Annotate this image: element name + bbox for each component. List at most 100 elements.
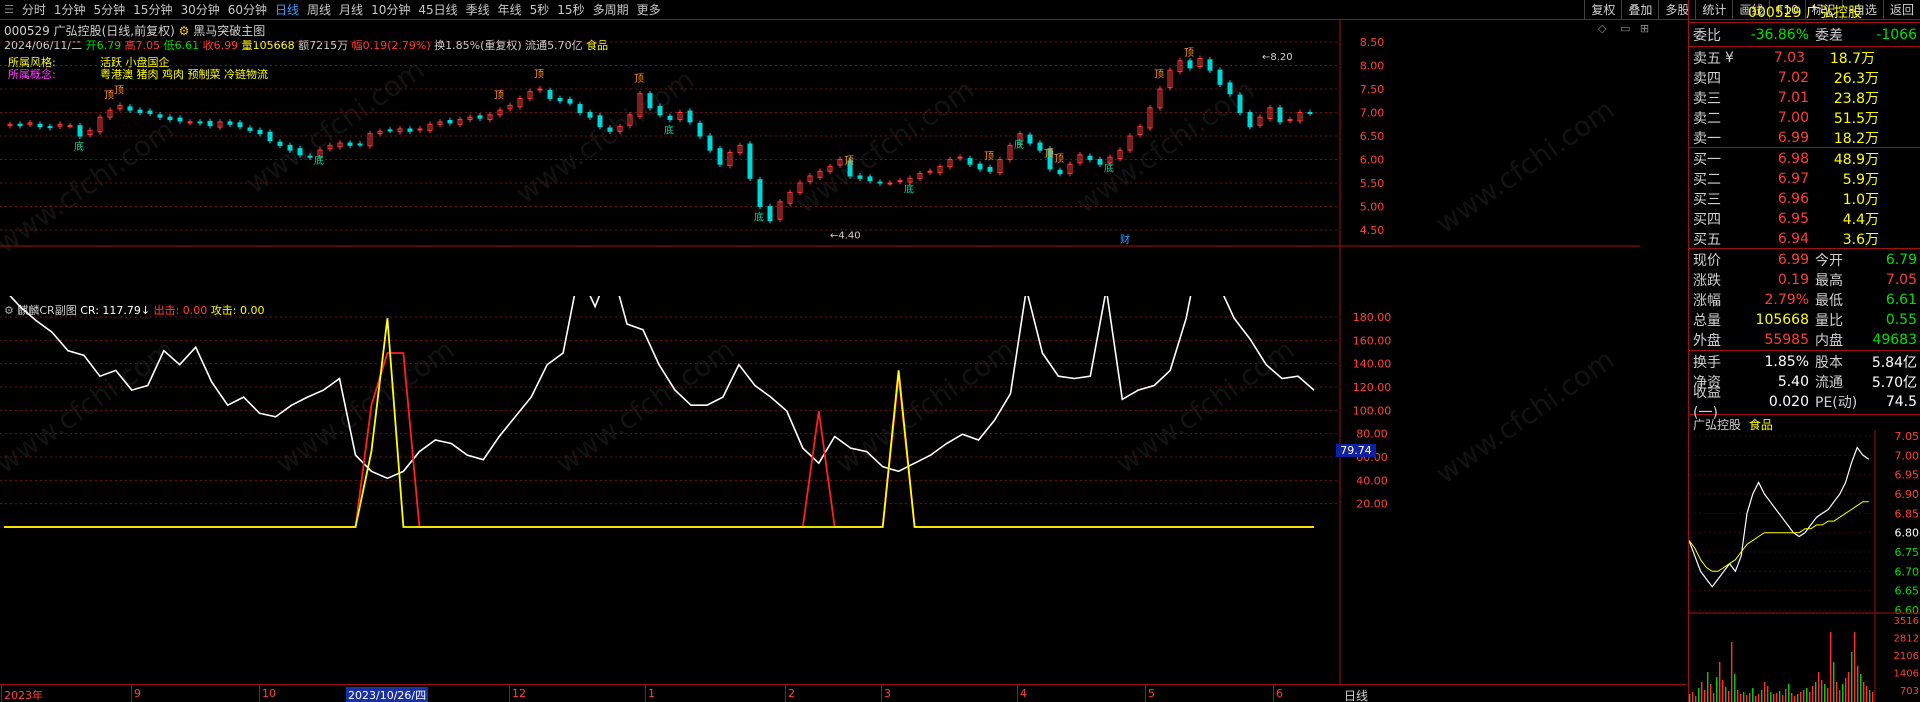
period-tab[interactable]: 季线 xyxy=(462,1,494,18)
candle-body xyxy=(277,141,283,146)
mini-price-tick: 6.95 xyxy=(1895,469,1920,482)
top-marker: 顶 xyxy=(984,151,994,163)
period-tab[interactable]: 日线 xyxy=(271,1,303,18)
mini-price-line xyxy=(1689,446,1870,588)
bid-row-volume: 48.9万 xyxy=(1833,152,1879,168)
candle-body xyxy=(1097,159,1103,165)
candle-body xyxy=(657,105,663,116)
bid-row-price: 6.95 xyxy=(1777,211,1809,227)
period-tab[interactable]: 60分钟 xyxy=(224,1,271,18)
candle-body xyxy=(417,128,423,131)
mini-volume-bar xyxy=(1815,682,1817,702)
stat-label: 涨幅 xyxy=(1693,293,1721,309)
candle-body xyxy=(567,98,573,104)
candle-body xyxy=(227,121,233,125)
mini-vol-tick: 1406 xyxy=(1894,669,1919,680)
ask-row: 卖二 7.00 51.5万 xyxy=(1689,108,1920,128)
stat-row: 现价 6.99 今开 6.79 xyxy=(1689,250,1920,270)
candle-body xyxy=(1227,82,1233,95)
candle-body xyxy=(667,115,673,121)
quote-panel: 000529 广弘控股 委比 -36.86% 委差 -1066 广弘控股 食品 … xyxy=(1688,0,1920,702)
period-tab[interactable]: 月线 xyxy=(335,1,367,18)
period-tab[interactable]: 年线 xyxy=(494,1,526,18)
bid-row-label: 买五 xyxy=(1693,232,1721,248)
weibi-value: -36.86% xyxy=(1750,27,1809,43)
mini-volume-bar xyxy=(1743,692,1745,702)
mini-volume-bar xyxy=(1791,693,1793,702)
toolbar-button[interactable]: 复权 xyxy=(1584,0,1621,20)
candle-body xyxy=(177,117,183,122)
top-marker: 顶 xyxy=(1054,153,1064,165)
period-tab[interactable]: 5秒 xyxy=(526,1,554,18)
period-tab[interactable]: 15秒 xyxy=(553,1,588,18)
bid-row-label: 买二 xyxy=(1693,172,1721,188)
mini-volume-bar xyxy=(1788,684,1790,702)
stat2-value: 74.5 xyxy=(1885,394,1917,410)
period-tab[interactable]: 45日线 xyxy=(414,1,461,18)
stat-value: 0.19 xyxy=(1777,272,1809,288)
stat-row: 涨幅 2.79% 最低 6.61 xyxy=(1689,290,1920,310)
stat-value: 2.79% xyxy=(1764,292,1809,308)
period-tab[interactable]: 15分钟 xyxy=(129,1,176,18)
mini-volume-bar xyxy=(1773,694,1775,702)
date-tick-divider xyxy=(645,685,646,702)
candlestick-chart[interactable]: 8.508.007.507.006.506.005.505.004.50顶 顶底底… xyxy=(0,20,1640,300)
period-indicator[interactable]: 日线 xyxy=(1344,687,1368,702)
bottom-marker: 底 xyxy=(74,140,84,153)
period-tab[interactable]: 更多 xyxy=(633,1,665,18)
candle-body xyxy=(1237,94,1243,113)
mini-volume-bar xyxy=(1782,695,1784,702)
mini-volume-bar xyxy=(1755,696,1757,702)
mini-avg-line xyxy=(1689,501,1869,572)
cr-tick: 180.00 xyxy=(1353,311,1392,324)
period-tab[interactable]: 周线 xyxy=(303,1,335,18)
candle-body xyxy=(237,122,243,128)
period-tab[interactable]: 分时 xyxy=(18,1,50,18)
stat2-label: 股本 xyxy=(1815,355,1843,371)
mini-volume-bar xyxy=(1764,682,1766,702)
price-tick: 5.50 xyxy=(1360,177,1385,190)
period-tab[interactable]: 5分钟 xyxy=(90,1,130,18)
finance-marker: 财 xyxy=(1120,233,1130,246)
intraday-mini-chart[interactable]: 7.057.006.956.906.856.806.756.706.656.60… xyxy=(1689,430,1920,702)
low-marker: ←4.40 xyxy=(830,231,861,242)
mini-volume-bar xyxy=(1872,692,1874,702)
cr-tick: 40.00 xyxy=(1356,474,1388,487)
bid-row: 买三 6.96 1.0万 xyxy=(1689,189,1920,209)
period-tab[interactable]: 1分钟 xyxy=(50,1,90,18)
candle-body xyxy=(387,129,393,132)
mini-volume-bar xyxy=(1860,674,1862,702)
bottom-marker: 底 xyxy=(664,124,674,137)
menu-icon[interactable]: ☰ xyxy=(0,3,18,16)
period-tab[interactable]: 10分钟 xyxy=(367,1,414,18)
top-marker: 顶 xyxy=(114,85,124,97)
candle-body xyxy=(1217,69,1223,85)
maximize-icon[interactable]: ⊞ xyxy=(1640,22,1649,35)
ask-row-price: 6.99 xyxy=(1777,130,1809,146)
period-tab[interactable]: 30分钟 xyxy=(176,1,223,18)
ask-row-label: 卖二 xyxy=(1693,111,1721,127)
candle-body xyxy=(347,142,353,146)
stat2-label: PE(动) xyxy=(1815,395,1858,411)
bid-row-price: 6.96 xyxy=(1777,191,1809,207)
mini-volume-bar xyxy=(1812,686,1814,702)
toolbar-button[interactable]: 叠加 xyxy=(1621,0,1658,20)
period-tab[interactable]: 多周期 xyxy=(589,1,633,18)
ask-row-volume: 18.7万 xyxy=(1829,51,1875,67)
cr-indicator-chart[interactable]: 180.00160.00140.00120.00100.0080.0060.00… xyxy=(0,296,1686,684)
quote-title: 000529 广弘控股 xyxy=(1689,2,1920,22)
high-marker: ←8.20 xyxy=(1262,52,1293,63)
mini-volume-bar xyxy=(1851,652,1853,702)
mini-price-tick: 6.70 xyxy=(1895,565,1920,578)
cr-tick: 140.00 xyxy=(1353,358,1392,371)
stat-value: 105668 xyxy=(1755,312,1809,328)
mini-volume-bar xyxy=(1689,694,1691,702)
mini-volume-bar xyxy=(1830,632,1832,702)
bid-row-price: 6.97 xyxy=(1777,171,1809,187)
mini-volume-bar xyxy=(1761,690,1763,702)
candle-body xyxy=(1087,155,1093,161)
stat-label: 涨跌 xyxy=(1693,273,1721,289)
ask-row-volume: 26.3万 xyxy=(1833,71,1879,87)
mini-volume-bar xyxy=(1704,690,1706,702)
bottom-marker: 底 xyxy=(754,211,764,224)
